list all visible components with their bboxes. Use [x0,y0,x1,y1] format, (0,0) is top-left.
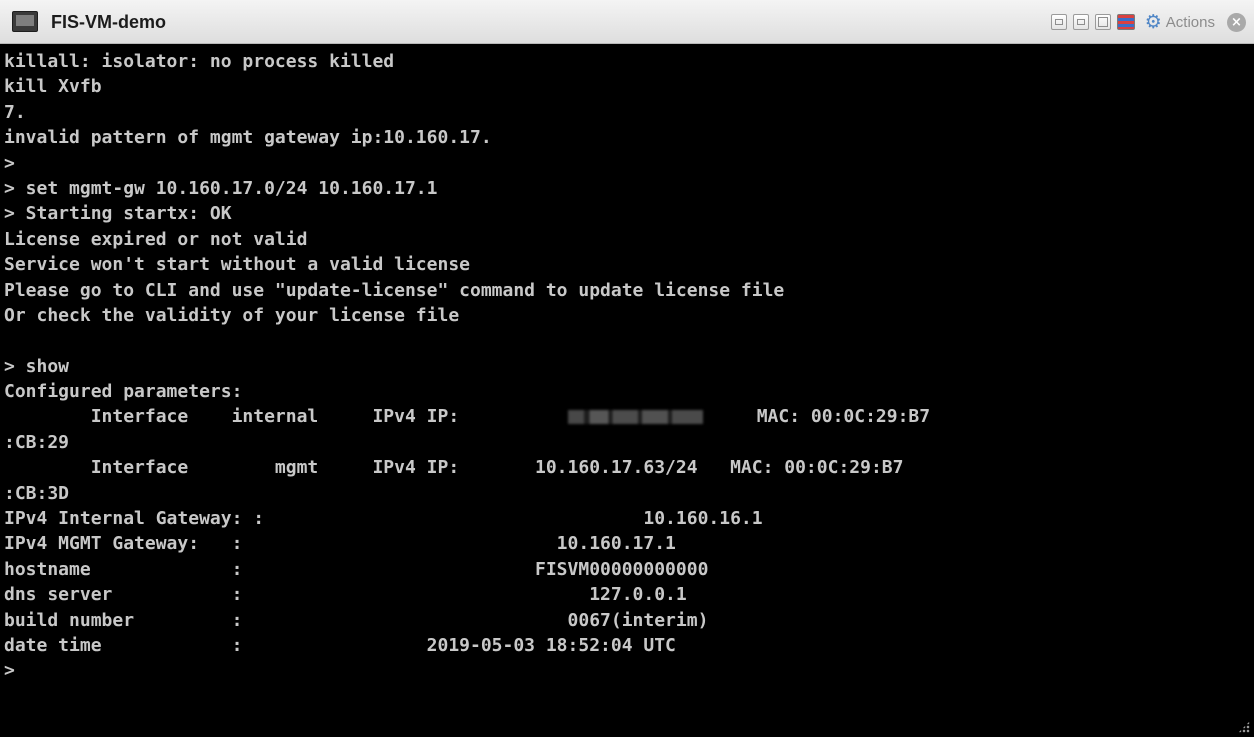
console-output: killall: isolator: no process killed kil… [0,44,1254,684]
console-line: > show [4,355,70,377]
console-line: IPv4 MGMT Gateway: : 10.160.17.1 [4,533,676,555]
vm-console-window: FIS-VM-demo ⚙ Actions × killall: isolato… [0,0,1254,737]
actions-button[interactable]: ⚙ Actions [1144,10,1215,33]
vm-icon [12,11,38,32]
console-line: > Starting startx: OK [4,203,232,225]
console-line: License expired or not valid [4,228,308,250]
console-line: hostname : FISVM00000000000 [4,558,709,580]
console-line: > [4,152,15,174]
console-line: :CB:3D [4,482,70,504]
console-line: killall: isolator: no process killed [4,51,395,72]
console-line: IPv4 Internal Gateway: : 10.160.16.1 [4,508,763,530]
console-line: 7. [4,101,26,123]
console-line: kill Xvfb [4,76,102,98]
fit-window-icon[interactable] [1050,14,1067,30]
console-line: invalid pattern of mgmt gateway ip:10.16… [4,127,492,149]
fullscreen-icon[interactable] [1094,14,1111,30]
console-prompt: > [4,660,15,682]
console-line: Service won't start without a valid lice… [4,254,470,276]
console-screen[interactable]: killall: isolator: no process killed kil… [0,44,1254,737]
interface-internal-suffix: MAC: 00:0C:29:B7 [702,406,931,428]
window-title: FIS-VM-demo [51,12,166,32]
gear-icon: ⚙ [1144,10,1162,33]
console-line: Configured parameters: [4,381,243,403]
console-line: Or check the validity of your license fi… [4,304,460,326]
interface-internal-prefix: Interface internal IPv4 IP: [4,406,568,428]
interface-mgmt-line: Interface mgmt IPv4 IP: 10.160.17.63/24 … [4,457,904,479]
close-icon[interactable]: × [1227,12,1246,32]
title-bar: FIS-VM-demo ⚙ Actions × [0,0,1254,44]
toolbar: ⚙ Actions × [1050,0,1246,44]
console-line: :CB:29 [4,431,70,453]
restore-icon[interactable] [1072,14,1089,30]
console-line: dns server : 127.0.0.1 [4,584,687,606]
console-line: > set mgmt-gw 10.160.17.0/24 10.160.17.1 [4,177,438,199]
actions-label: Actions [1165,13,1215,31]
keyboard-icon[interactable] [1116,14,1135,30]
resize-grip[interactable] [1238,721,1250,733]
console-line: build number : 0067(interim) [4,609,709,631]
console-line: date time : 2019-05-03 18:52:04 UTC [4,634,676,656]
interface-internal-line: Interface internal IPv4 IP: MAC: 00:0C:2… [4,404,1254,429]
console-line: Please go to CLI and use "update-license… [4,279,785,301]
redacted-ip [567,410,703,425]
